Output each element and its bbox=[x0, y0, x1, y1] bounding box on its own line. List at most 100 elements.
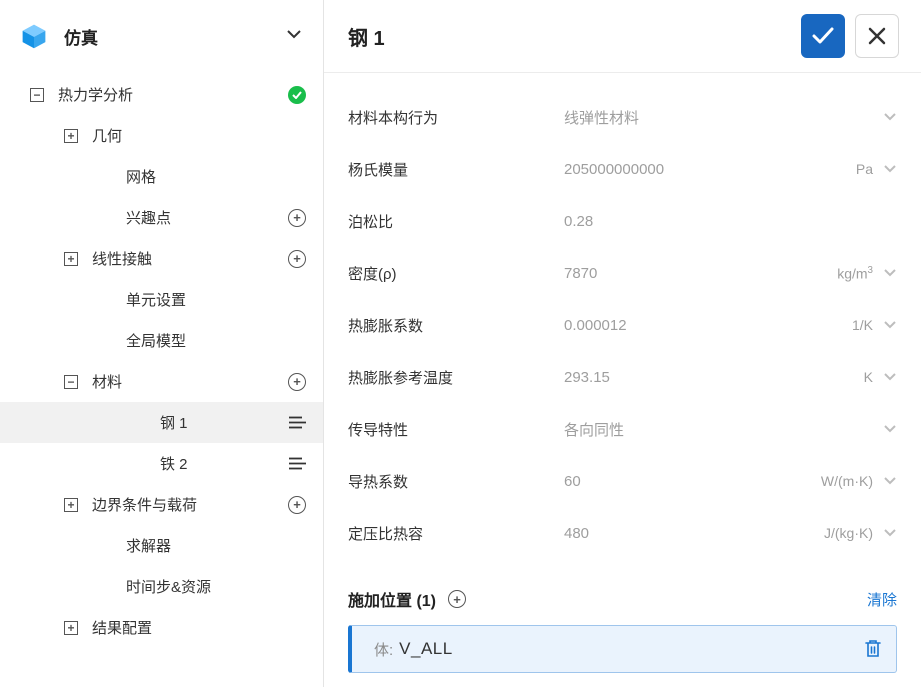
property-label: 导热系数 bbox=[348, 471, 564, 492]
sidebar-title: 仿真 bbox=[64, 24, 98, 49]
tree-item[interactable]: 铁 2 bbox=[0, 443, 323, 484]
confirm-button[interactable] bbox=[801, 14, 845, 58]
tree-item-label: 材料 bbox=[92, 371, 285, 392]
property-value[interactable]: 480 bbox=[564, 519, 823, 548]
assign-target-prefix: 体: bbox=[374, 639, 393, 660]
tree-item[interactable]: 兴趣点+ bbox=[0, 197, 323, 238]
simulation-cube-icon bbox=[20, 22, 48, 50]
tree-root-label: 热力学分析 bbox=[58, 84, 285, 105]
assign-section-title: 施加位置 (1) bbox=[348, 587, 436, 611]
chevron-down-icon[interactable] bbox=[883, 161, 897, 177]
add-icon[interactable]: + bbox=[285, 247, 309, 271]
clear-link[interactable]: 清除 bbox=[867, 589, 897, 610]
property-label: 传导特性 bbox=[348, 419, 564, 440]
tree-item-label: 边界条件与载荷 bbox=[92, 494, 285, 515]
tree-item-label: 兴趣点 bbox=[126, 207, 285, 228]
tree-item-label: 求解器 bbox=[126, 535, 309, 556]
collapse-icon[interactable]: − bbox=[30, 88, 44, 102]
property-row[interactable]: 杨氏模量205000000000Pa bbox=[348, 143, 897, 195]
property-value[interactable]: 0.28 bbox=[564, 207, 823, 236]
assign-target-item[interactable]: 体: V_ALL bbox=[348, 625, 897, 673]
expand-icon[interactable]: + bbox=[64, 129, 78, 143]
property-value[interactable]: 60 bbox=[564, 467, 821, 496]
sidebar: 仿真 − 热力学分析 +几何网格兴趣点++线性接触+单元设置全局模型−材料+钢 … bbox=[0, 0, 324, 687]
property-row[interactable]: 传导特性各向同性 bbox=[348, 403, 897, 455]
main-panel: 钢 1 材料本构行为线弹性材料杨氏模量205000000000Pa泊松比0.28… bbox=[324, 0, 921, 687]
property-value[interactable]: 293.15 bbox=[564, 363, 823, 392]
chevron-down-icon[interactable] bbox=[883, 421, 897, 437]
property-value[interactable]: 205000000000 bbox=[564, 155, 823, 184]
tree-item-label: 线性接触 bbox=[92, 248, 285, 269]
tree: − 热力学分析 +几何网格兴趣点++线性接触+单元设置全局模型−材料+钢 1铁 … bbox=[0, 68, 323, 648]
tree-item-label: 几何 bbox=[92, 125, 309, 146]
property-label: 定压比热容 bbox=[348, 523, 564, 544]
assign-target-value: V_ALL bbox=[399, 639, 453, 659]
property-value[interactable]: 0.000012 bbox=[564, 311, 823, 340]
tree-item-label: 钢 1 bbox=[160, 412, 285, 433]
main-title: 钢 1 bbox=[348, 22, 791, 51]
chevron-down-icon[interactable] bbox=[883, 369, 897, 385]
tree-item[interactable]: + 结果配置 bbox=[0, 607, 323, 648]
property-unit: Pa bbox=[823, 161, 873, 177]
tree-item[interactable]: +边界条件与载荷+ bbox=[0, 484, 323, 525]
property-row[interactable]: 材料本构行为线弹性材料 bbox=[348, 91, 897, 143]
property-label: 热膨胀参考温度 bbox=[348, 367, 564, 388]
property-row[interactable]: 泊松比0.28 bbox=[348, 195, 897, 247]
tree-item[interactable]: +线性接触+ bbox=[0, 238, 323, 279]
property-label: 泊松比 bbox=[348, 211, 564, 232]
expand-icon[interactable]: + bbox=[64, 498, 78, 512]
list-icon[interactable] bbox=[285, 452, 309, 476]
property-value[interactable]: 7870 bbox=[564, 259, 823, 288]
property-row[interactable]: 密度(ρ)7870kg/m3 bbox=[348, 247, 897, 299]
tree-item[interactable]: 全局模型 bbox=[0, 320, 323, 361]
list-icon[interactable] bbox=[285, 411, 309, 435]
property-unit: 1/K bbox=[823, 317, 873, 333]
expand-icon[interactable]: + bbox=[64, 252, 78, 266]
property-unit: K bbox=[823, 369, 873, 385]
close-button[interactable] bbox=[855, 14, 899, 58]
dropdown-caret-icon[interactable] bbox=[287, 26, 301, 42]
delete-assign-icon[interactable] bbox=[864, 638, 882, 661]
property-row[interactable]: 热膨胀系数0.0000121/K bbox=[348, 299, 897, 351]
property-row[interactable]: 定压比热容480J/(kg·K) bbox=[348, 507, 897, 559]
chevron-down-icon[interactable] bbox=[883, 265, 897, 281]
property-unit: kg/m3 bbox=[823, 265, 873, 282]
property-label: 热膨胀系数 bbox=[348, 315, 564, 336]
tree-item[interactable]: + 几何 bbox=[0, 115, 323, 156]
property-value[interactable]: 各向同性 bbox=[564, 413, 823, 446]
tree-item-label: 网格 bbox=[126, 166, 309, 187]
collapse-icon[interactable]: − bbox=[64, 375, 78, 389]
assign-section-header: 施加位置 (1) + 清除 bbox=[348, 587, 897, 625]
sidebar-header: 仿真 bbox=[0, 8, 323, 68]
property-label: 密度(ρ) bbox=[348, 263, 564, 284]
property-list: 材料本构行为线弹性材料杨氏模量205000000000Pa泊松比0.28密度(ρ… bbox=[324, 73, 921, 673]
chevron-down-icon[interactable] bbox=[883, 525, 897, 541]
add-icon[interactable]: + bbox=[285, 370, 309, 394]
chevron-down-icon[interactable] bbox=[883, 473, 897, 489]
tree-item-label: 时间步&资源 bbox=[126, 576, 309, 597]
property-unit: W/(m·K) bbox=[821, 473, 873, 489]
chevron-down-icon[interactable] bbox=[883, 109, 897, 125]
property-unit: J/(kg·K) bbox=[823, 525, 873, 541]
tree-item[interactable]: 网格 bbox=[0, 156, 323, 197]
tree-root-thermal-analysis[interactable]: − 热力学分析 bbox=[0, 74, 323, 115]
property-value[interactable]: 线弹性材料 bbox=[564, 101, 823, 134]
tree-item[interactable]: 求解器 bbox=[0, 525, 323, 566]
tree-item-label: 全局模型 bbox=[126, 330, 309, 351]
property-row[interactable]: 导热系数60W/(m·K) bbox=[348, 455, 897, 507]
property-row[interactable]: 热膨胀参考温度293.15K bbox=[348, 351, 897, 403]
status-check-icon bbox=[285, 83, 309, 107]
property-label: 杨氏模量 bbox=[348, 159, 564, 180]
tree-item[interactable]: −材料+ bbox=[0, 361, 323, 402]
add-icon[interactable]: + bbox=[285, 206, 309, 230]
tree-item[interactable]: 钢 1 bbox=[0, 402, 323, 443]
property-label: 材料本构行为 bbox=[348, 107, 564, 128]
tree-item[interactable]: 时间步&资源 bbox=[0, 566, 323, 607]
tree-item-label: 结果配置 bbox=[92, 617, 309, 638]
chevron-down-icon[interactable] bbox=[883, 317, 897, 333]
main-header: 钢 1 bbox=[324, 0, 921, 73]
expand-icon[interactable]: + bbox=[64, 621, 78, 635]
add-assign-button[interactable]: + bbox=[448, 590, 466, 608]
tree-item[interactable]: 单元设置 bbox=[0, 279, 323, 320]
add-icon[interactable]: + bbox=[285, 493, 309, 517]
